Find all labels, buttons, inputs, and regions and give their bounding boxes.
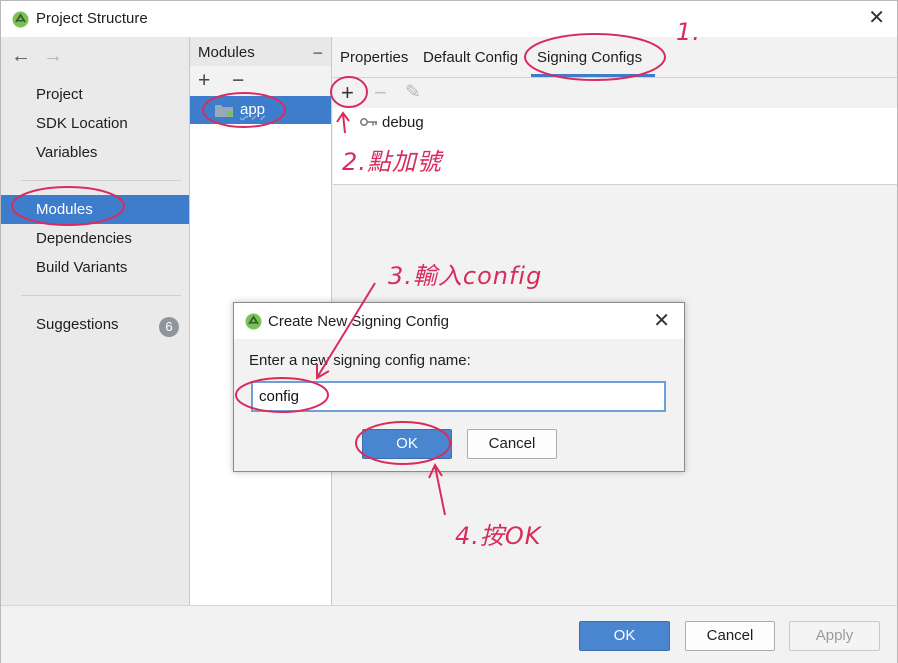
tab-properties[interactable]: Properties: [340, 49, 408, 66]
signing-toolbar: + − ✎: [333, 78, 897, 108]
tab-default-config[interactable]: Default Config: [423, 49, 518, 66]
nav-item-modules[interactable]: Modules: [1, 195, 189, 224]
edit-signing-config-icon[interactable]: ✎: [405, 81, 421, 104]
footer-cancel-button[interactable]: Cancel: [685, 621, 775, 651]
dialog-ok-button[interactable]: OK: [362, 429, 452, 459]
tab-bar: Properties Default Config Signing Config…: [333, 37, 897, 78]
nav-item-suggestions[interactable]: Suggestions 6: [1, 310, 189, 339]
module-item-label: app: [240, 101, 266, 118]
footer-ok-button[interactable]: OK: [579, 621, 670, 651]
modules-toolbar: + −: [190, 66, 331, 96]
nav-item-sdk-location[interactable]: SDK Location: [1, 109, 189, 138]
nav-item-dependencies[interactable]: Dependencies: [1, 224, 189, 253]
annotation-step-3: 3.輸入config: [388, 262, 543, 290]
tab-signing-configs[interactable]: Signing Configs: [537, 49, 642, 66]
footer-apply-button[interactable]: Apply: [789, 621, 880, 651]
window-titlebar: Project Structure ✕: [1, 1, 897, 37]
footer-bar: OK Cancel Apply: [1, 605, 897, 663]
nav-item-variables[interactable]: Variables: [1, 138, 189, 167]
annotation-step-1: 1.: [676, 18, 701, 46]
android-studio-icon: [12, 11, 29, 28]
window-title: Project Structure: [36, 10, 148, 27]
signing-config-label: debug: [382, 114, 424, 131]
dialog-cancel-button[interactable]: Cancel: [467, 429, 557, 459]
annotation-step-4: 4.按OK: [455, 522, 542, 550]
window-close-icon[interactable]: ✕: [868, 8, 885, 28]
dialog-title: Create New Signing Config: [268, 313, 449, 330]
create-signing-config-dialog: Create New Signing Config ✕ Enter a new …: [233, 302, 685, 472]
nav-divider: [21, 180, 181, 181]
back-arrow-icon[interactable]: ←: [11, 45, 31, 68]
android-studio-icon: [245, 313, 262, 330]
selected-tab-indicator: [531, 74, 655, 77]
remove-module-icon[interactable]: −: [232, 69, 244, 93]
dialog-close-icon[interactable]: ✕: [653, 311, 670, 331]
remove-signing-config-icon[interactable]: −: [374, 80, 387, 106]
suggestions-count-badge: 6: [159, 317, 179, 337]
module-folder-icon: [215, 105, 233, 117]
forward-arrow-icon[interactable]: →: [43, 45, 63, 68]
add-module-icon[interactable]: +: [198, 69, 210, 93]
key-icon: [360, 118, 377, 126]
nav-arrows: ← →: [11, 45, 75, 68]
dialog-prompt-label: Enter a new signing config name:: [249, 352, 471, 369]
left-nav: ← → Project SDK Location Variables Module…: [1, 37, 190, 605]
add-signing-config-icon[interactable]: +: [341, 80, 354, 106]
modules-header: Modules −: [190, 37, 331, 66]
module-item-app[interactable]: app: [190, 96, 331, 124]
nav-item-build-variants[interactable]: Build Variants: [1, 253, 189, 282]
dialog-titlebar: Create New Signing Config ✕: [234, 303, 684, 339]
annotation-step-2: 2.點加號: [342, 148, 442, 176]
nav-item-project[interactable]: Project: [1, 80, 189, 109]
nav-divider: [21, 295, 181, 296]
nav-item-suggestions-label: Suggestions: [36, 316, 119, 333]
signing-config-name-input[interactable]: [251, 381, 666, 412]
collapse-panel-icon[interactable]: −: [312, 43, 323, 64]
modules-header-label: Modules: [198, 44, 255, 61]
